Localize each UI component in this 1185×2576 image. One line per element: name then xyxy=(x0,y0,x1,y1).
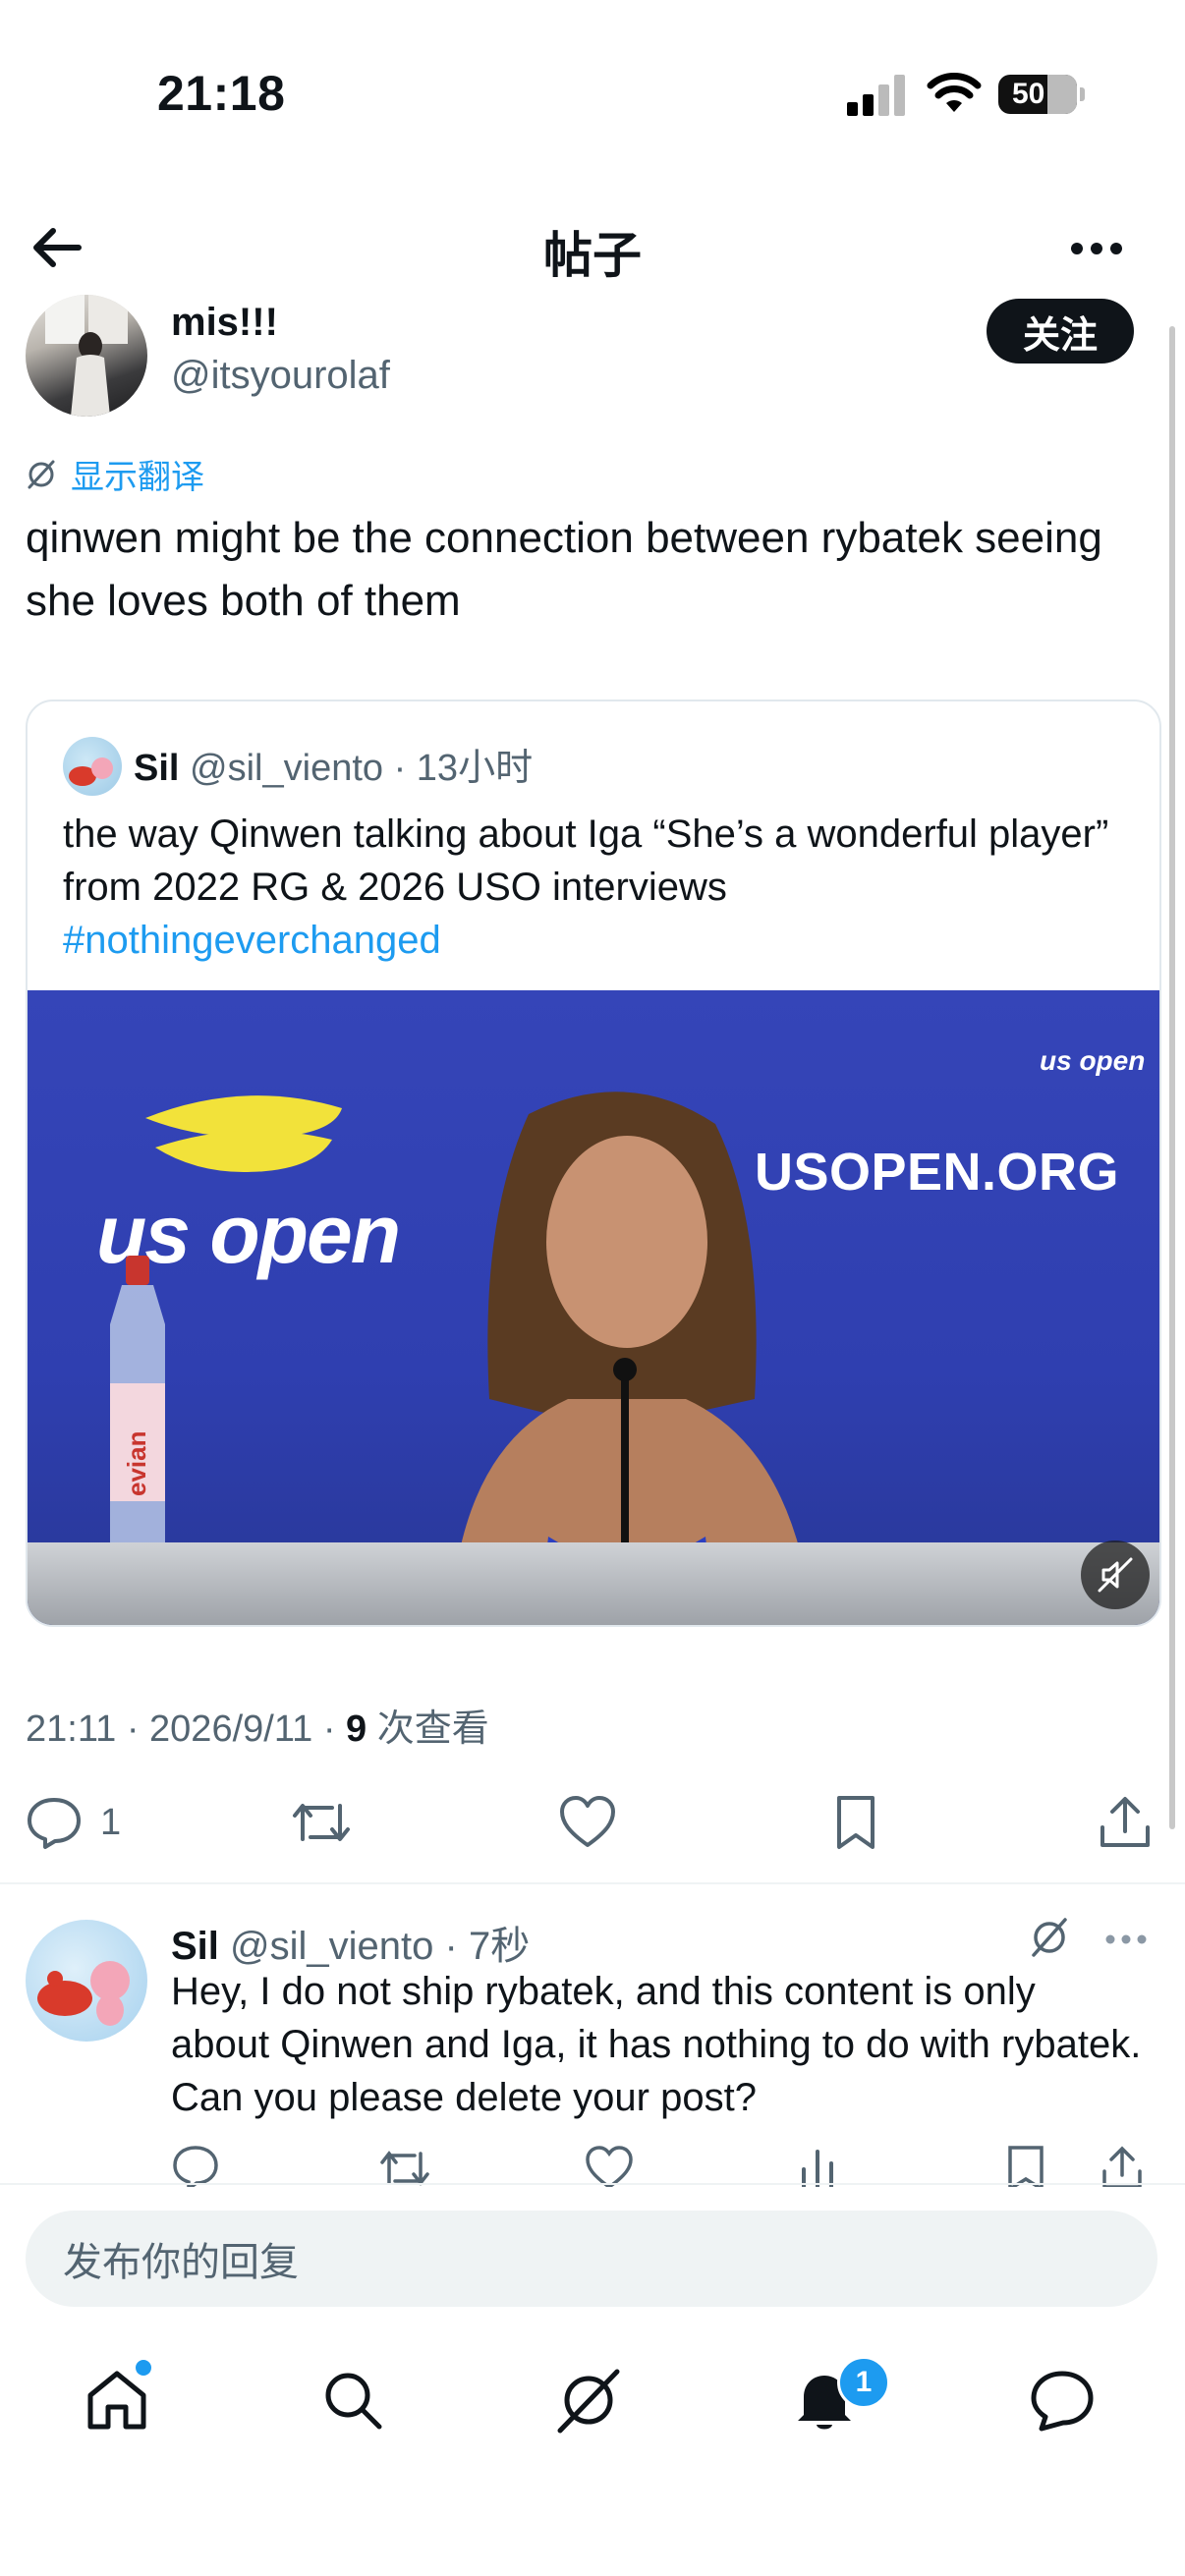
repost-button[interactable] xyxy=(289,1790,354,1855)
quote-header: Sil @sil_viento · 13小时 xyxy=(134,737,533,791)
quote-text: the way Qinwen talking about Iga “She’s … xyxy=(63,808,1134,967)
reply-author-avatar[interactable] xyxy=(26,1920,147,2042)
bottle-label: evian xyxy=(122,1431,151,1497)
share-button[interactable] xyxy=(1097,1790,1154,1855)
reply-text: Hey, I do not ship rybatek, and this con… xyxy=(171,1970,1142,2119)
reply-time: · 7秒 xyxy=(433,1925,531,1968)
battery-level: 50 xyxy=(1012,78,1045,110)
analytics-icon[interactable] xyxy=(796,2144,839,2187)
post-text: qinwen might be the connection between r… xyxy=(26,514,1102,625)
like-button[interactable] xyxy=(558,1790,617,1855)
repost-icon xyxy=(293,1804,350,1841)
reply-button[interactable]: 1 xyxy=(26,1790,121,1855)
us-open-corner-logo: us open xyxy=(1040,1045,1146,1076)
status-time: 21:18 xyxy=(157,66,286,121)
views-label[interactable]: 次查看 xyxy=(367,1708,489,1750)
reply-input[interactable]: 发布你的回复 xyxy=(26,2211,1157,2307)
home-unread-dot xyxy=(136,2360,151,2376)
post-timestamp: 21:11 · 2026/9/11 · xyxy=(26,1708,347,1750)
reply-count: 1 xyxy=(100,1801,122,1843)
share-icon xyxy=(1100,1797,1150,1847)
translate-label: 显示翻译 xyxy=(71,459,204,496)
video-player[interactable]: us open USOPEN.ORG us open evian xyxy=(28,990,1159,1625)
bookmark-icon[interactable] xyxy=(1004,2144,1047,2187)
battery-indicator: 50 xyxy=(998,75,1085,114)
page-title: 帖子 xyxy=(543,228,642,283)
reply-icon[interactable] xyxy=(171,2144,220,2187)
bookmark-icon xyxy=(837,1796,875,1849)
quote-author-handle[interactable]: @sil_viento xyxy=(190,748,383,789)
views-count: 9 xyxy=(346,1708,367,1750)
post-actions: 1 xyxy=(26,1790,1159,1855)
author-avatar[interactable] xyxy=(26,295,147,417)
reply-icon xyxy=(28,1798,81,1849)
notifications-badge: 1 xyxy=(837,2356,890,2409)
follow-button[interactable]: 关注 xyxy=(987,299,1134,364)
quote-author-name[interactable]: Sil xyxy=(134,748,179,789)
press-desk xyxy=(28,1542,1159,1625)
messages-icon[interactable] xyxy=(1028,2366,1097,2435)
composer-divider xyxy=(0,2183,1185,2185)
divider xyxy=(0,1882,1185,1884)
quote-time: · 13小时 xyxy=(383,748,534,789)
reply-header-icons xyxy=(1028,1916,1148,1965)
heart-icon xyxy=(560,1796,615,1847)
hashtag-link[interactable]: #nothingeverchanged xyxy=(63,914,1134,967)
reply-author-name[interactable]: Sil xyxy=(171,1925,219,1968)
more-horizontal-icon[interactable] xyxy=(1104,1933,1148,1945)
grok-translate-icon xyxy=(28,460,55,488)
heart-icon[interactable] xyxy=(584,2144,635,2187)
reply-actions xyxy=(171,2144,1144,2187)
translate-link[interactable]: 显示翻译 xyxy=(26,450,204,498)
post-meta: 21:11 · 2026/9/11 · 9 次查看 xyxy=(26,1698,489,1752)
repost-icon[interactable] xyxy=(377,2144,432,2187)
more-horizontal-icon[interactable] xyxy=(1071,242,1130,255)
share-icon[interactable] xyxy=(1100,2144,1144,2187)
mute-toggle[interactable] xyxy=(1081,1540,1150,1609)
author-handle[interactable]: @itsyourolaf xyxy=(171,354,390,398)
home-icon[interactable] xyxy=(83,2366,151,2435)
us-open-flame-logo xyxy=(145,1095,342,1172)
speaker-muted-icon xyxy=(1098,1557,1133,1593)
search-icon[interactable] xyxy=(318,2366,387,2435)
bookmark-button[interactable] xyxy=(831,1790,880,1855)
scrollbar[interactable] xyxy=(1169,326,1175,1829)
reply-header: Sil @sil_viento · 7秒 xyxy=(171,1914,530,1971)
wifi-icon xyxy=(927,73,982,112)
grok-icon[interactable] xyxy=(1028,1916,1071,1959)
quoted-post[interactable]: Sil @sil_viento · 13小时 the way Qinwen ta… xyxy=(26,700,1161,1627)
cellular-signal-icon xyxy=(847,75,906,116)
grok-icon[interactable] xyxy=(554,2366,623,2435)
reply-author-handle[interactable]: @sil_viento xyxy=(230,1925,433,1968)
quote-avatar[interactable] xyxy=(63,737,122,796)
author-name[interactable]: mis!!! xyxy=(171,301,278,345)
water-bottle: evian xyxy=(96,1256,179,1550)
quote-body: the way Qinwen talking about Iga “She’s … xyxy=(63,812,1109,909)
reply-input-placeholder: 发布你的回复 xyxy=(63,2241,299,2284)
